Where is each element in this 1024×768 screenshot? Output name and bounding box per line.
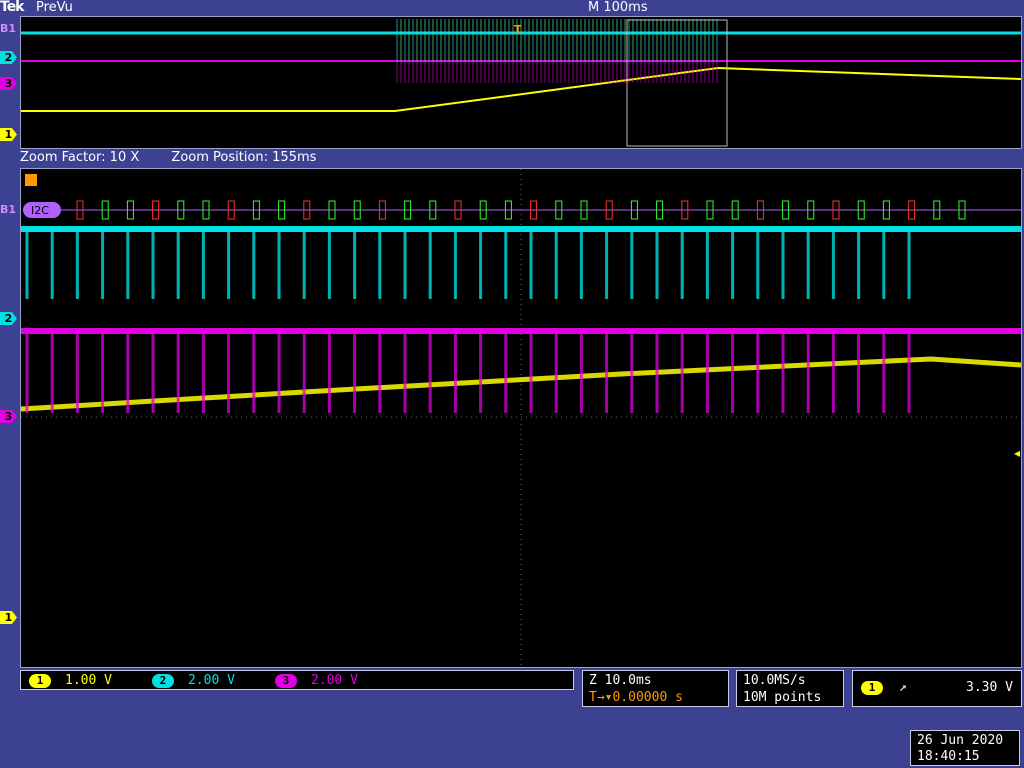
- channel-scale-readout[interactable]: 1 1.00 V 2 2.00 V 3 2.00 V: [20, 670, 574, 690]
- zoom-factor: Zoom Factor: 10 X: [20, 150, 140, 165]
- trigger-source-badge: 1: [861, 681, 883, 695]
- ch2-marker-main[interactable]: 2: [0, 312, 17, 325]
- sample-rate: 10.0MS/s: [743, 673, 806, 688]
- trigger-level-icon[interactable]: ◂: [1014, 446, 1020, 460]
- acquisition-status: PreVu: [36, 0, 73, 15]
- trigger-marker-main: [25, 174, 37, 186]
- horizontal-readout[interactable]: Z 10.0ms T→▾0.00000 s: [582, 670, 729, 707]
- bus-marker-overview[interactable]: B1: [0, 22, 16, 35]
- timebase-readout[interactable]: M 100ms: [588, 0, 648, 15]
- trigger-position-icon: T→▾: [589, 690, 613, 705]
- ch3-scale[interactable]: 2.00 V: [311, 673, 358, 688]
- zoom-waveforms: I2C: [20, 169, 1022, 667]
- trigger-readout[interactable]: 1 ↗ 3.30 V: [852, 670, 1022, 707]
- zoom-position: Zoom Position: 155ms: [171, 150, 317, 165]
- ch1-scale[interactable]: 1.00 V: [65, 673, 112, 688]
- overview-waveform-window[interactable]: T: [20, 16, 1022, 149]
- brand-logo: Tek: [0, 0, 24, 15]
- trigger-position: T→▾0.00000 s: [589, 690, 683, 705]
- ch1-marker-main[interactable]: 1: [0, 611, 17, 624]
- ch2-scale[interactable]: 2.00 V: [188, 673, 235, 688]
- record-length: 10M points: [743, 690, 822, 705]
- top-bar: Tek PreVu M 100ms: [0, 0, 1024, 16]
- date-time-readout: 26 Jun 2020 18:40:15: [910, 730, 1020, 766]
- overview-waveforms: T: [21, 19, 1022, 147]
- ch2-marker-overview[interactable]: 2: [0, 51, 17, 64]
- acquisition-readout[interactable]: 10.0MS/s 10M points: [736, 670, 844, 707]
- trigger-marker-overview: T: [514, 23, 522, 36]
- ch2-badge[interactable]: 2: [151, 674, 174, 688]
- ch1-marker-overview[interactable]: 1: [0, 128, 17, 141]
- zoom-waveform-window[interactable]: I2C: [20, 168, 1022, 668]
- rising-edge-icon: ↗: [898, 680, 907, 695]
- trigger-level: 3.30 V: [966, 680, 1013, 695]
- zoom-info: Zoom Factor: 10 X Zoom Position: 155ms: [20, 150, 344, 165]
- date: 26 Jun 2020: [917, 733, 1004, 748]
- bus-label: I2C: [31, 204, 49, 217]
- time: 18:40:15: [917, 749, 980, 764]
- zoom-scale: Z 10.0ms: [589, 673, 652, 688]
- ch3-badge[interactable]: 3: [274, 674, 297, 688]
- ch3-marker-main[interactable]: 3: [0, 410, 17, 423]
- ch3-marker-overview[interactable]: 3: [0, 77, 17, 90]
- ch1-badge[interactable]: 1: [29, 674, 51, 688]
- bus-marker-main[interactable]: B1: [0, 203, 16, 216]
